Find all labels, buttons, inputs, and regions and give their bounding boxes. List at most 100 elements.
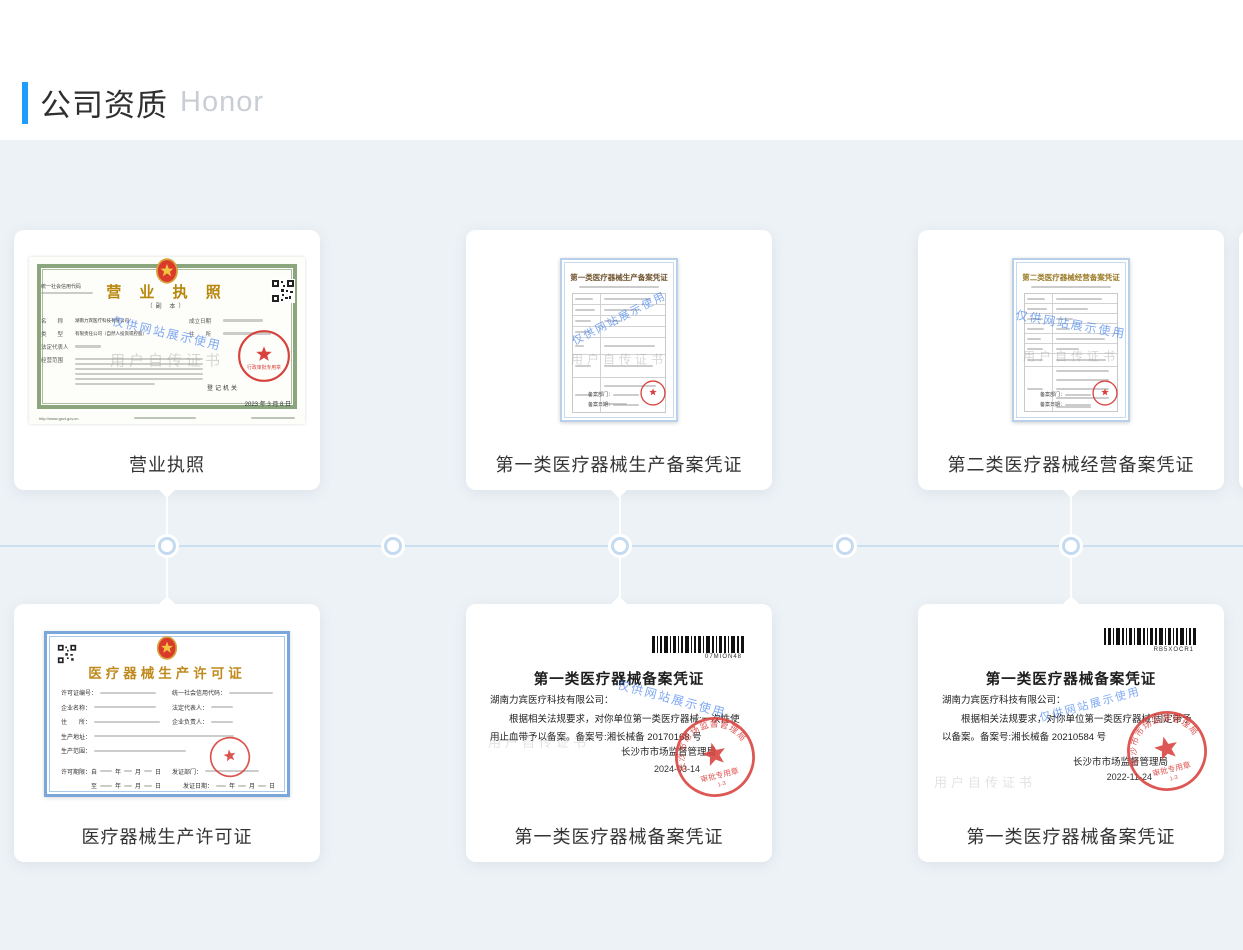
redacted-line [1056, 359, 1106, 361]
redacted-line [75, 363, 203, 365]
redacted-line [1027, 359, 1043, 361]
redacted-line [124, 770, 132, 772]
redacted-line [1065, 394, 1091, 396]
document-title: 第一类医疗器械备案凭证 [466, 668, 772, 689]
card-tail [610, 489, 628, 498]
timeline-dot [1065, 540, 1077, 552]
certificate-title: 第二类医疗器械经营备案凭证 [1014, 272, 1128, 283]
seal-number: 1-3 [1169, 775, 1179, 783]
certificate-card-class2-operation-filing[interactable]: 第二类医疗器械经营备案凭证 备案部门： [918, 230, 1224, 490]
redacted-line [94, 735, 234, 737]
redacted-line [1056, 348, 1079, 350]
redacted-line [1027, 308, 1047, 310]
fine-print-row: http://www.gsxt.gov.cn [39, 416, 295, 421]
certificate-image: 营 业 执 照 （副 本） 统一社会信用代码 [14, 242, 320, 438]
redacted-line [100, 785, 112, 787]
redacted-line [41, 292, 93, 294]
red-official-seal [640, 380, 666, 406]
seal-center-text: 行政审批专用章 [247, 363, 281, 370]
filing-footer: 备案部门： 备案日期： [1040, 390, 1091, 410]
card-tail [158, 489, 176, 498]
certificate-card-production-license[interactable]: 医疗器械生产许可证 许可证编号： 统一社会信用代码： 企业名称： 法定代表人： … [14, 604, 320, 862]
card-caption: 医疗器械生产许可证 [14, 810, 320, 862]
license-subtitle: （副 本） [29, 301, 305, 310]
certificate-card-class1-production-filing[interactable]: 第一类医疗器械生产备案凭证 备案部门： 备案日期： [466, 230, 772, 490]
redacted-line [238, 785, 246, 787]
redacted-line [1056, 370, 1110, 372]
red-official-seal [206, 733, 255, 782]
redacted-line [144, 785, 152, 787]
redacted-line [134, 417, 196, 419]
redacted-line [100, 770, 112, 772]
redacted-line [211, 706, 233, 708]
license-title: 医疗器械生产许可证 [47, 662, 287, 682]
card-caption: 第二类医疗器械经营备案凭证 [918, 438, 1224, 490]
card-tail [158, 596, 176, 605]
certificate-image: 医疗器械生产许可证 许可证编号： 统一社会信用代码： 企业名称： 法定代表人： … [14, 614, 320, 814]
redacted-line [75, 378, 203, 380]
filing-certificate-document: 第二类医疗器械经营备案凭证 备案部门： [1012, 258, 1130, 422]
redacted-line [94, 721, 160, 723]
company-line: 湖南力宾医疗科技有限公司： [942, 692, 1202, 711]
qr-code-icon [57, 644, 77, 664]
national-emblem-icon [155, 258, 179, 284]
timeline-dot [387, 540, 399, 552]
gsxt-url: http://www.gsxt.gov.cn [39, 416, 79, 421]
section-header: 公司资质 Honor [22, 80, 264, 125]
accent-bar [22, 82, 28, 124]
redacted-line [613, 394, 639, 396]
business-license-document: 营 业 执 照 （副 本） 统一社会信用代码 [29, 257, 305, 424]
redacted-line [100, 692, 156, 694]
license-fields: 名 称 湖南力宾医疗科技有限公司 类 型 有限责任公司（自然人投资或控股） 法定… [41, 317, 181, 393]
redacted-line [1027, 328, 1044, 330]
next-card-peek[interactable] [1239, 230, 1243, 490]
redacted-line [1056, 338, 1105, 340]
certificate-card-class1-filing-2[interactable]: RB5XOCR1 第一类医疗器械备案凭证 湖南力宾医疗科技有限公司： 根据相关法… [918, 604, 1224, 862]
gray-watermark: 用户自传证书 [934, 772, 1036, 791]
redacted-line [1027, 318, 1043, 320]
redacted-line [1065, 404, 1091, 406]
company-type: 有限责任公司（自然人投资或控股） [75, 331, 147, 337]
card-tail [610, 596, 628, 605]
redacted-line [75, 358, 203, 360]
company-name: 湖南力宾医疗科技有限公司 [75, 318, 129, 324]
filing-footer: 备案部门： 备案日期： [588, 390, 639, 410]
redacted-line [604, 309, 639, 311]
card-caption: 营业执照 [14, 438, 320, 490]
red-official-seal: 行政审批专用章 [237, 329, 291, 383]
page-subtitle: Honor [180, 86, 264, 119]
redacted-line [1056, 318, 1074, 320]
red-official-seal [1092, 380, 1118, 406]
redacted-line [604, 298, 652, 300]
redacted-line [258, 785, 266, 787]
card-caption: 第一类医疗器械生产备案凭证 [466, 438, 772, 490]
certificate-card-business-license[interactable]: 营 业 执 照 （副 本） 统一社会信用代码 [14, 230, 320, 490]
redacted-line [575, 309, 595, 311]
certificate-image: 第二类医疗器械经营备案凭证 备案部门： [918, 242, 1224, 438]
card-tail [1062, 596, 1080, 605]
redacted-line [604, 365, 654, 367]
qr-code-icon [271, 279, 295, 303]
company-line: 湖南力宾医疗科技有限公司： [490, 692, 750, 711]
barcode [652, 636, 744, 653]
document-title: 第一类医疗器械备案凭证 [918, 668, 1224, 689]
seal-number: 1-3 [717, 781, 727, 789]
redacted-line [94, 750, 186, 752]
card-caption: 第一类医疗器械备案凭证 [466, 810, 772, 862]
redacted-line [613, 404, 639, 406]
production-license-document: 医疗器械生产许可证 许可证编号： 统一社会信用代码： 企业名称： 法定代表人： … [44, 631, 290, 797]
redacted-line [1056, 328, 1071, 330]
honor-page: 公司资质 Honor 营 业 执 照 （副 本） 统一社会信用代码 [0, 0, 1243, 950]
issue-date: 2023 年 3 月 8 日 [245, 399, 291, 408]
redacted-line [1031, 286, 1111, 288]
card-caption: 第一类医疗器械备案凭证 [918, 810, 1224, 862]
page-title: 公司资质 [40, 80, 168, 125]
redacted-line [575, 331, 591, 333]
certificate-card-class1-filing-1[interactable]: 07MION48 第一类医疗器械备案凭证 湖南力宾医疗科技有限公司： 根据相关法… [466, 604, 772, 862]
redacted-line [575, 298, 593, 300]
redacted-line [229, 692, 273, 694]
redacted-line [1027, 348, 1043, 350]
redacted-line [216, 785, 226, 787]
redacted-line [75, 373, 203, 375]
credit-code-label: 统一社会信用代码 [41, 283, 93, 296]
